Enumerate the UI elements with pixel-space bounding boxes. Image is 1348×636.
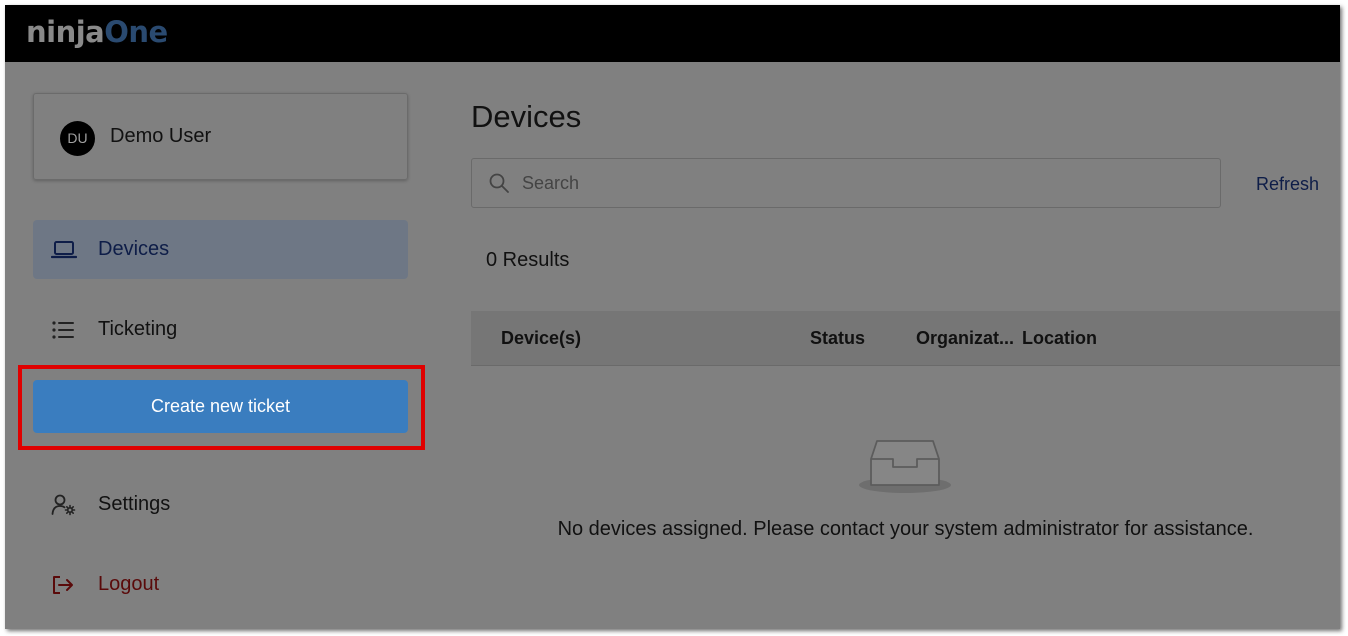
sidebar-item-label: Settings [98, 493, 171, 515]
search-box[interactable] [471, 158, 1221, 208]
app-window: ninjaOne DU Demo User Devices Ticketing … [5, 5, 1340, 629]
sidebar-item-ticketing[interactable]: Ticketing [33, 300, 408, 359]
sidebar-item-label: Ticketing [98, 318, 178, 340]
user-gear-icon [51, 494, 87, 516]
search-input[interactable] [522, 172, 1182, 194]
logo-text-one: One [104, 15, 168, 49]
create-new-ticket-button[interactable]: Create new ticket [33, 380, 408, 433]
results-count: 0 Results [486, 249, 570, 271]
column-header-organization[interactable]: Organizat... [916, 328, 1014, 349]
refresh-link[interactable]: Refresh [1256, 174, 1319, 195]
page-title: Devices [471, 99, 582, 134]
empty-inbox-icon [857, 435, 953, 500]
sidebar-item-settings[interactable]: Settings [33, 475, 408, 534]
logo-text-ninja: ninja [26, 15, 105, 49]
logout-icon [51, 575, 87, 595]
table-header: Device(s) Status Organizat... Location [471, 311, 1340, 366]
user-name: Demo User [110, 125, 212, 147]
column-header-status[interactable]: Status [810, 328, 865, 349]
sidebar-item-logout[interactable]: Logout [33, 555, 408, 614]
sidebar-item-label: Devices [98, 238, 170, 260]
top-bar: ninjaOne [5, 5, 1340, 62]
avatar: DU [60, 121, 95, 156]
ninjaone-logo[interactable]: ninjaOne [26, 15, 168, 49]
user-card[interactable]: DU Demo User [33, 93, 408, 180]
list-icon [51, 320, 87, 340]
sidebar-item-devices[interactable]: Devices [33, 220, 408, 279]
sidebar-item-label: Logout [98, 573, 160, 595]
laptop-icon [51, 240, 87, 260]
column-header-location[interactable]: Location [1022, 328, 1097, 349]
empty-state-message: No devices assigned. Please contact your… [557, 518, 1254, 540]
column-header-devices[interactable]: Device(s) [501, 328, 581, 349]
search-icon [488, 172, 510, 194]
